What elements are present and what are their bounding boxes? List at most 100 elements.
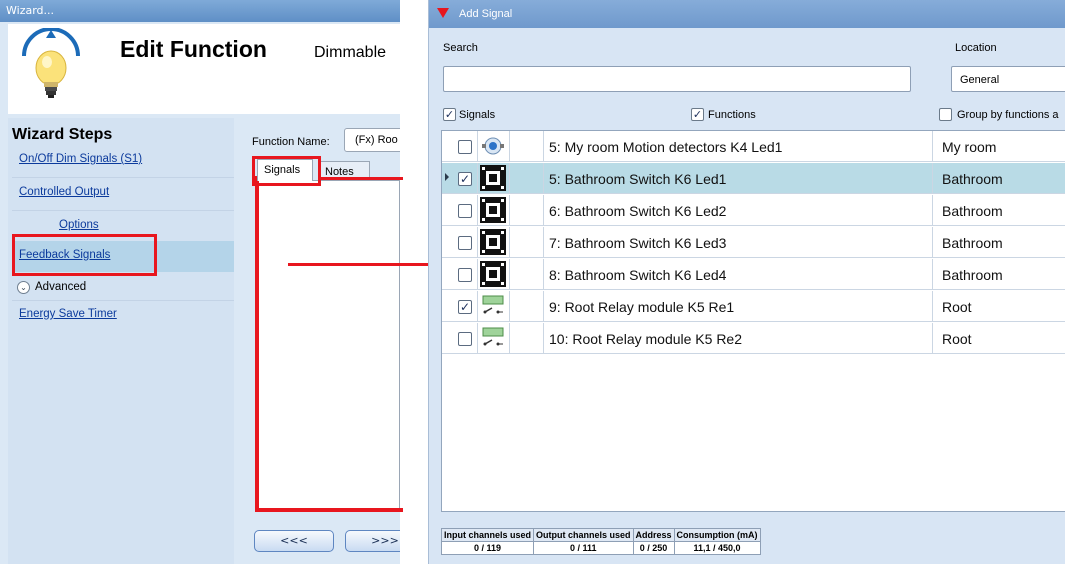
annotation-arrow: [288, 263, 438, 266]
cell-divider: [543, 259, 544, 290]
switch-icon: [480, 229, 506, 255]
cell-divider: [932, 291, 933, 322]
wizard-steps-panel: [8, 118, 234, 564]
step-divider: [12, 300, 234, 301]
cell-divider: [477, 259, 478, 290]
input-channels-value: 0 / 119: [440, 541, 535, 555]
table-row[interactable]: 7: Bathroom Switch K6 Led3 Bathroom: [442, 227, 1065, 258]
cell-divider: [543, 291, 544, 322]
cell-divider: [477, 227, 478, 258]
row-checkbox[interactable]: [458, 140, 472, 154]
cell-divider: [932, 131, 933, 162]
location-label: Location: [955, 42, 997, 54]
dialog-title: Add Signal: [459, 8, 513, 20]
wizard-title-bar: Wizard...: [0, 0, 400, 22]
switch-icon: [480, 261, 506, 287]
table-row[interactable]: ✓ 9: Root Relay module K5 Re1 Root: [442, 291, 1065, 322]
dialog-title-bar: Add Signal: [429, 0, 1065, 28]
group-by-functions-label: Group by functions a: [957, 109, 1059, 121]
tab-signals[interactable]: Signals: [257, 159, 313, 181]
step-advanced[interactable]: Advanced: [35, 281, 86, 293]
consumption-header: Consumption (mA): [673, 528, 761, 542]
signal-name: 5: Bathroom Switch K6 Led1: [549, 171, 727, 187]
group-by-functions-checkbox[interactable]: [939, 108, 952, 121]
table-row[interactable]: 6: Bathroom Switch K6 Led2 Bathroom: [442, 195, 1065, 226]
row-checkbox[interactable]: [458, 332, 472, 346]
signal-name: 6: Bathroom Switch K6 Led2: [549, 203, 727, 219]
cell-divider: [477, 291, 478, 322]
cell-divider: [477, 131, 478, 162]
signal-location: Root: [942, 299, 972, 315]
cell-divider: [543, 163, 544, 194]
signal-location: Bathroom: [942, 235, 1003, 251]
relay-icon: [480, 293, 506, 319]
add-signal-dialog: Add Signal Search Location General ✓ Sig…: [428, 0, 1065, 564]
location-select[interactable]: General: [951, 66, 1065, 92]
cell-divider: [477, 195, 478, 226]
input-channels-header: Input channels used: [440, 528, 535, 542]
row-checkbox[interactable]: [458, 204, 472, 218]
add-signal-icon: [437, 8, 449, 18]
table-row[interactable]: 10: Root Relay module K5 Re2 Root: [442, 323, 1065, 354]
highlight-line: [318, 177, 403, 180]
step-on-off-dim-signals[interactable]: On/Off Dim Signals (S1): [19, 153, 142, 165]
signal-name: 8: Bathroom Switch K6 Led4: [549, 267, 727, 283]
previous-button[interactable]: <<<: [254, 530, 334, 552]
cell-divider: [932, 323, 933, 354]
step-divider: [12, 210, 234, 211]
functions-filter-checkbox[interactable]: ✓: [691, 108, 704, 121]
cell-divider: [509, 323, 510, 354]
cell-divider: [932, 195, 933, 226]
signals-grid: 5: My room Motion detectors K4 Led1 My ro…: [441, 130, 1065, 512]
signal-location: Bathroom: [942, 203, 1003, 219]
consumption-value: 11,1 / 450,0: [673, 541, 761, 555]
function-name-label: Function Name:: [252, 136, 330, 148]
row-checkbox[interactable]: [458, 236, 472, 250]
cell-divider: [543, 131, 544, 162]
signal-location: My room: [942, 139, 997, 155]
function-type-label: Dimmable: [314, 44, 387, 61]
table-row[interactable]: 8: Bathroom Switch K6 Led4 Bathroom: [442, 259, 1065, 290]
signal-name: 5: My room Motion detectors K4 Led1: [549, 139, 783, 155]
cell-divider: [477, 163, 478, 194]
relay-icon: [480, 325, 506, 351]
cell-divider: [509, 195, 510, 226]
cell-divider: [509, 131, 510, 162]
function-name-input[interactable]: (Fx) Roo: [344, 128, 400, 152]
cell-divider: [543, 227, 544, 258]
step-energy-save-timer[interactable]: Energy Save Timer: [19, 308, 117, 320]
signal-location: Root: [942, 331, 972, 347]
switch-icon: [480, 197, 506, 223]
step-controlled-output[interactable]: Controlled Output: [19, 186, 109, 198]
cell-divider: [509, 259, 510, 290]
table-row[interactable]: ✓ 5: Bathroom Switch K6 Led1 Bathroom: [442, 163, 1065, 194]
cell-divider: [932, 227, 933, 258]
wizard-steps-title: Wizard Steps: [12, 126, 113, 143]
row-checkbox[interactable]: ✓: [458, 172, 472, 186]
resource-usage-table: Input channels used Output channels used…: [440, 528, 761, 555]
step-divider: [12, 177, 234, 178]
chevron-down-icon[interactable]: ⌄: [17, 281, 30, 294]
cell-divider: [932, 259, 933, 290]
signal-location: Bathroom: [942, 171, 1003, 187]
motion-sensor-icon: [480, 133, 506, 159]
signals-filter-checkbox[interactable]: ✓: [443, 108, 456, 121]
page-title: Edit Function: [120, 36, 267, 62]
step-options[interactable]: Options: [59, 219, 99, 231]
row-checkbox[interactable]: [458, 268, 472, 282]
signal-name: 10: Root Relay module K5 Re2: [549, 331, 742, 347]
cell-divider: [543, 323, 544, 354]
signal-name: 9: Root Relay module K5 Re1: [549, 299, 735, 315]
signal-location: Bathroom: [942, 267, 1003, 283]
lightbulb-icon: [18, 27, 84, 104]
row-checkbox[interactable]: ✓: [458, 300, 472, 314]
search-input[interactable]: [443, 66, 911, 92]
next-button[interactable]: >>>: [345, 530, 400, 552]
table-row[interactable]: 5: My room Motion detectors K4 Led1 My ro…: [442, 131, 1065, 162]
signals-filter-label: Signals: [459, 109, 496, 121]
row-indicator-icon: [445, 173, 449, 181]
status-bar: Input channels used Output channels used…: [440, 514, 1065, 564]
switch-icon: [480, 165, 506, 191]
address-value: 0 / 250: [632, 541, 675, 555]
address-header: Address: [632, 528, 675, 542]
